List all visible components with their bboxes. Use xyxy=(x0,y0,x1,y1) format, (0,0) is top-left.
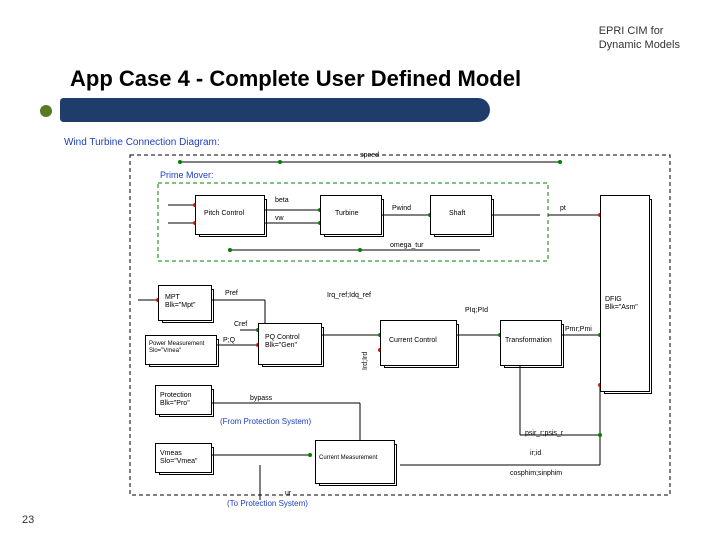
signal-pt: pt xyxy=(560,205,566,213)
signal-pmr-pmi: Pmr;Pmi xyxy=(565,326,592,334)
block-mpt: MPT Blk="Mpt" xyxy=(158,285,212,321)
block-current-control: Current Control xyxy=(380,320,457,366)
block-turbine: Turbine xyxy=(320,195,382,235)
signal-irq-ref: Irq_ref;Idq_ref xyxy=(327,292,371,300)
signal-bypass: bypass xyxy=(250,395,272,403)
block-current-control-label: Current Control xyxy=(389,337,437,345)
block-vmeas-label: Vmeas Slo="Vmea" xyxy=(160,450,197,465)
signal-pref: Pref xyxy=(225,290,238,298)
wind-turbine-connection-diagram: Wind Turbine Connection Diagram: Prime M… xyxy=(60,135,680,525)
signal-speed: speed xyxy=(360,152,379,160)
block-shaft-label: Shaft xyxy=(449,210,465,218)
block-pq-control: PQ Control Blk="Gen" xyxy=(258,323,322,365)
block-vmeas: Vmeas Slo="Vmea" xyxy=(155,443,212,473)
signal-piq-pid: PIq;PId xyxy=(465,307,488,315)
from-protection-label: (From Protection System) xyxy=(220,418,311,427)
title-underline xyxy=(60,98,490,122)
signal-p-q: P;Q xyxy=(223,337,235,345)
page-title: App Case 4 - Complete User Defined Model xyxy=(70,66,521,92)
title-bullet-icon xyxy=(40,105,52,117)
block-shaft: Shaft xyxy=(430,195,492,235)
block-power-measurement: Power Measurement Slo="Vmea" xyxy=(145,335,217,365)
to-protection-label: (To Protection System) xyxy=(227,500,308,509)
block-pq-control-label: PQ Control Blk="Gen" xyxy=(265,334,300,349)
diagram-caption: Wind Turbine Connection Diagram: xyxy=(64,137,220,148)
page-number: 23 xyxy=(22,514,34,526)
signal-cref: Cref xyxy=(234,321,247,329)
signal-beta: beta xyxy=(275,197,289,205)
prime-mover-label: Prime Mover: xyxy=(160,171,214,181)
signal-ird: Ird;Ird xyxy=(362,352,370,370)
block-current-measurement-label: Current Measurement xyxy=(319,455,377,462)
block-current-measurement: Current Measurement xyxy=(315,440,395,484)
block-dfig: DFIG Blk="Asm" xyxy=(600,195,650,392)
signal-omega-tur: omega_tur xyxy=(390,242,423,250)
signal-irid: ir;id xyxy=(530,450,541,458)
signal-ur: ur xyxy=(285,490,291,498)
header-org: EPRI CIM for xyxy=(599,24,680,38)
block-power-measurement-label: Power Measurement Slo="Vmea" xyxy=(149,341,204,354)
block-pitch-control-label: Pitch Control xyxy=(204,210,244,218)
block-dfig-label: DFIG Blk="Asm" xyxy=(605,296,638,311)
signal-pwind: Pwind xyxy=(392,205,411,213)
header-sub: Dynamic Models xyxy=(599,38,680,52)
block-pitch-control: Pitch Control xyxy=(195,195,265,235)
block-turbine-label: Turbine xyxy=(335,210,358,218)
block-protection-label: Protection Blk="Pro" xyxy=(160,392,192,407)
block-transformation: Transformation xyxy=(500,320,562,366)
header-label: EPRI CIM for Dynamic Models xyxy=(599,24,680,53)
block-protection: Protection Blk="Pro" xyxy=(155,385,212,415)
block-mpt-label: MPT Blk="Mpt" xyxy=(165,294,195,309)
signal-vw: vw xyxy=(275,215,284,223)
block-transformation-label: Transformation xyxy=(505,337,552,345)
signal-cosphim: cosphim;sinphim xyxy=(510,470,562,478)
signal-psir: psir_r;psis_r xyxy=(525,430,563,438)
